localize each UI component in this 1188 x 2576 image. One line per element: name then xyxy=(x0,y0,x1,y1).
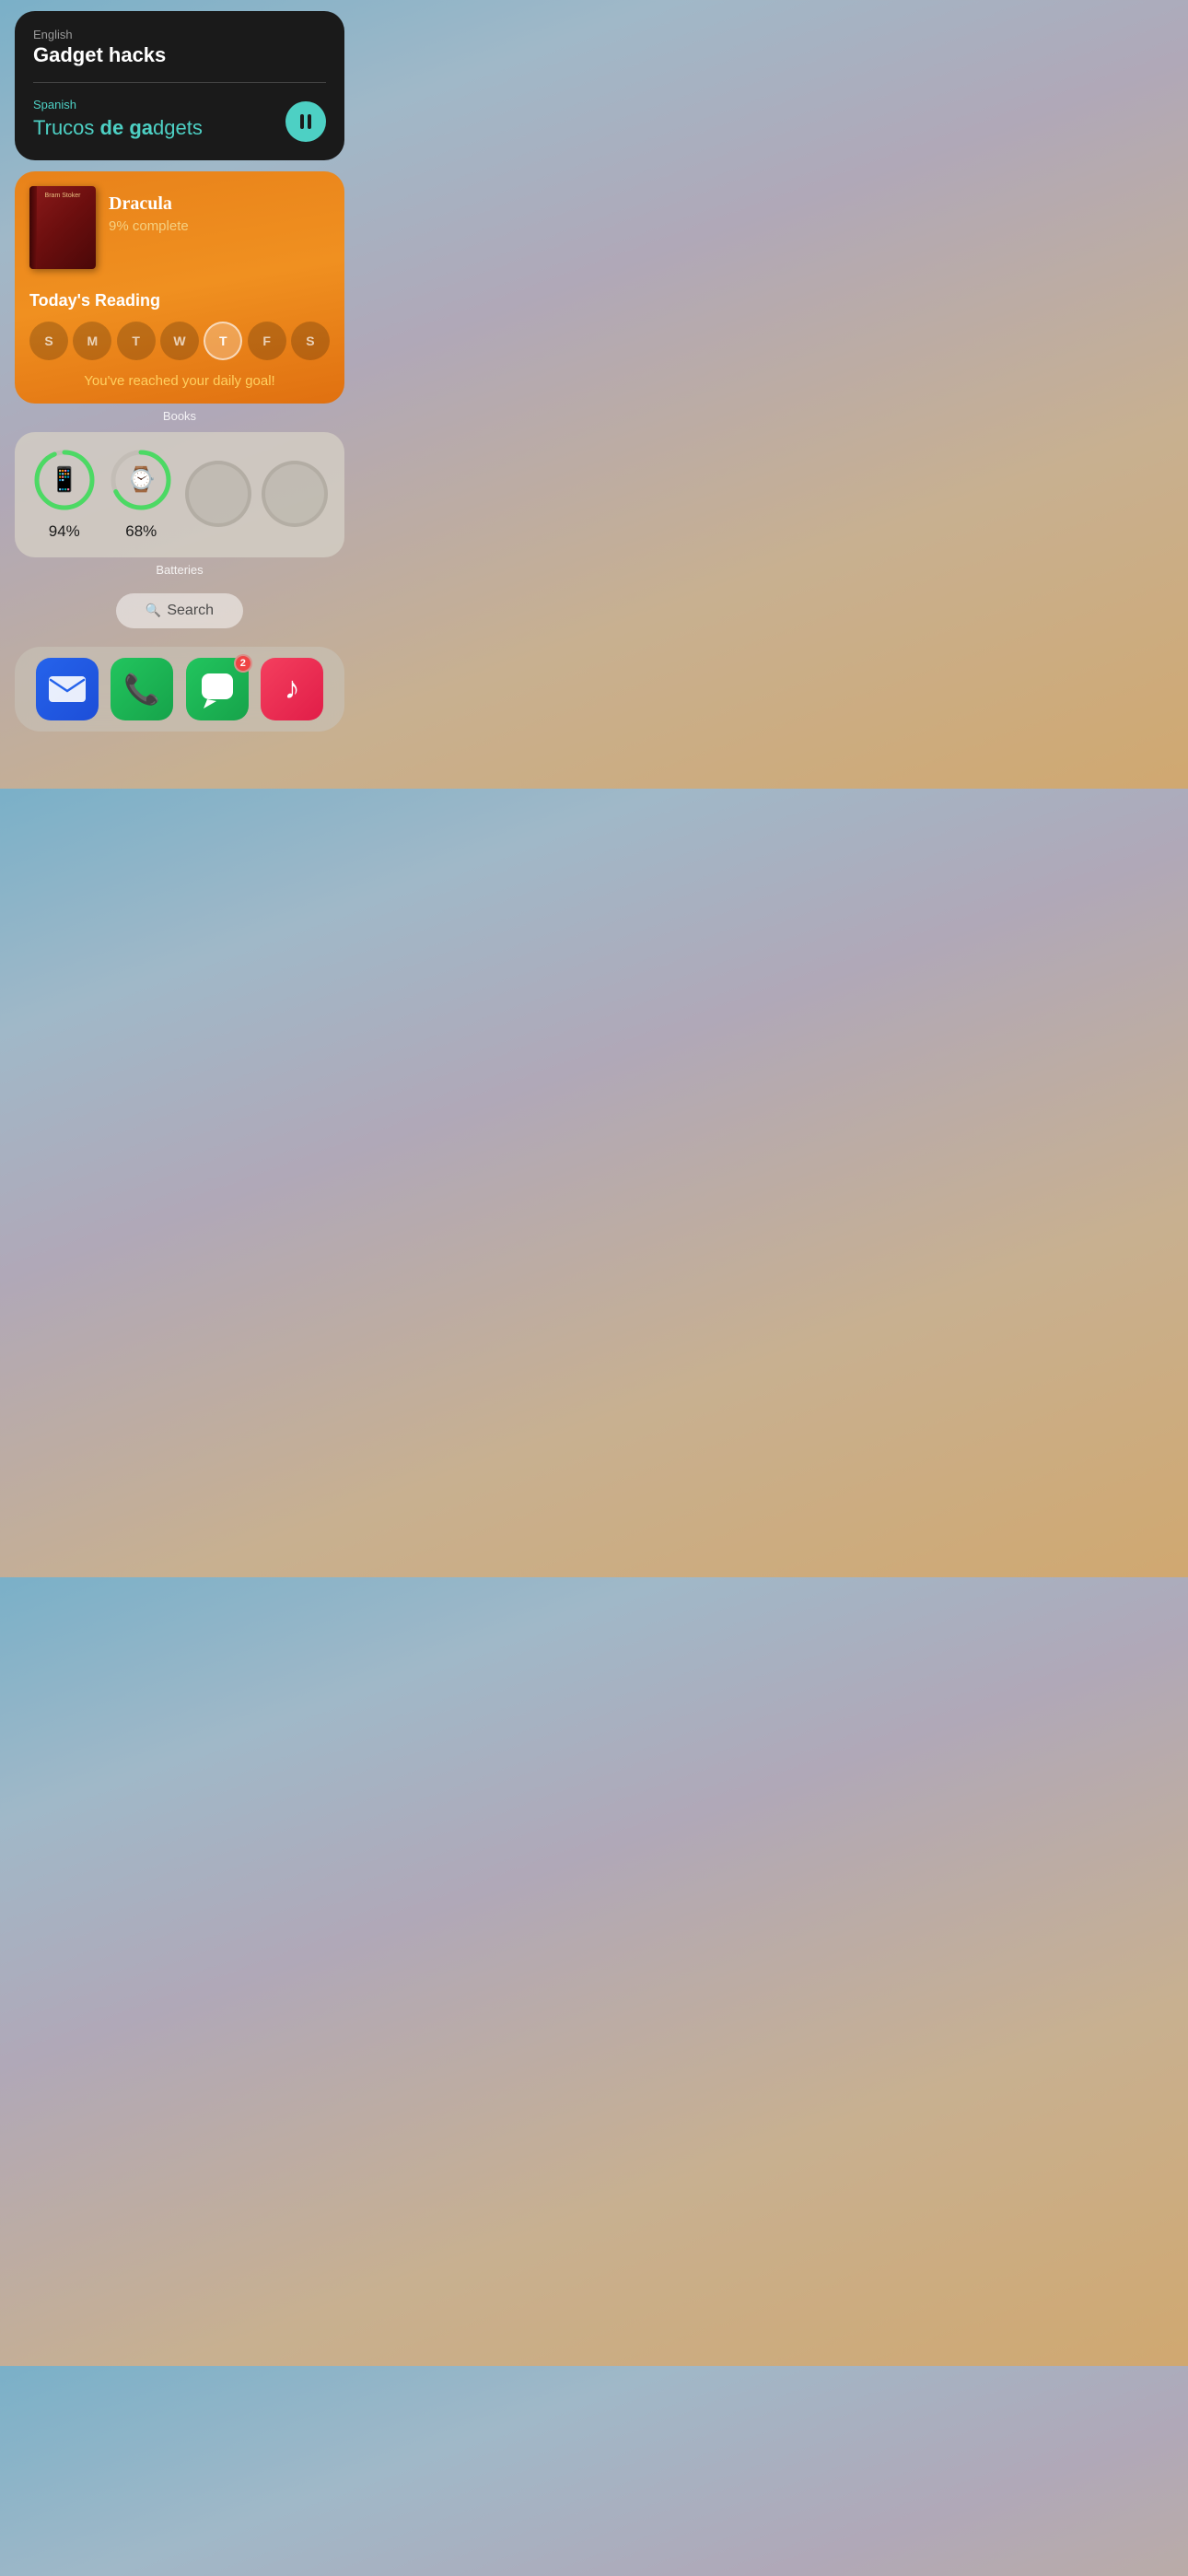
battery-item-phone: 📱 94% xyxy=(28,447,101,541)
dest-text-rest: dgets xyxy=(153,116,203,139)
books-widget-label: Books xyxy=(0,409,359,423)
books-widget: Bram Stoker Dracula 9% complete Today's … xyxy=(15,171,344,404)
watch-battery-percent: 68% xyxy=(125,522,157,541)
battery-circle-empty-1 xyxy=(185,461,251,527)
days-row: S M T W T F S xyxy=(29,322,330,360)
dest-language-label: Spanish xyxy=(33,98,326,111)
search-button[interactable]: 🔍 Search xyxy=(116,593,243,628)
search-label: Search xyxy=(167,603,214,619)
music-icon: ♪ xyxy=(285,671,300,707)
translation-widget: English Gadget hacks Spanish Trucos de g… xyxy=(15,11,344,160)
phone-icon-dock: 📞 xyxy=(123,672,160,707)
batteries-widget-label: Batteries xyxy=(0,563,359,577)
battery-circle-phone: 📱 xyxy=(31,447,98,513)
dest-text: Trucos de gadgets xyxy=(33,115,326,142)
dest-text-bold: de ga xyxy=(100,116,153,139)
battery-item-empty-1 xyxy=(181,461,255,527)
day-tuesday: T xyxy=(117,322,156,360)
book-author-label: Bram Stoker xyxy=(33,192,92,200)
dest-text-plain: Trucos xyxy=(33,116,100,139)
pause-bar-left xyxy=(300,114,304,129)
day-monday: M xyxy=(73,322,111,360)
dock-app-messages[interactable]: 2 xyxy=(186,658,249,720)
phone-icon: 📱 xyxy=(50,465,79,494)
batteries-row: 📱 94% ⌚ 68% xyxy=(26,447,333,541)
battery-item-empty-2 xyxy=(258,461,332,527)
messages-badge: 2 xyxy=(234,654,252,673)
day-wednesday: W xyxy=(160,322,199,360)
book-info: Dracula 9% complete xyxy=(109,186,330,234)
reading-section-label: Today's Reading xyxy=(29,291,330,310)
search-icon: 🔍 xyxy=(146,603,161,618)
book-cover: Bram Stoker xyxy=(29,186,96,269)
pause-icon xyxy=(300,114,311,129)
daily-goal-text: You've reached your daily goal! xyxy=(29,373,330,389)
book-title: Dracula xyxy=(109,193,330,215)
messages-icon xyxy=(198,670,237,708)
book-progress: 9% complete xyxy=(109,218,330,234)
books-reading-section: Today's Reading S M T W T F S You've rea… xyxy=(15,282,344,404)
source-language-label: English xyxy=(33,28,326,41)
day-saturday: S xyxy=(291,322,330,360)
dock-app-music[interactable]: ♪ xyxy=(261,658,323,720)
phone-battery-percent: 94% xyxy=(49,522,80,541)
battery-circle-empty-2 xyxy=(262,461,328,527)
day-thursday-active: T xyxy=(204,322,242,360)
dock: 📞 2 ♪ xyxy=(15,647,344,732)
dock-app-mail[interactable] xyxy=(36,658,99,720)
day-sunday: S xyxy=(29,322,68,360)
mail-icon xyxy=(49,676,86,702)
translation-divider xyxy=(33,82,326,83)
day-friday: F xyxy=(248,322,286,360)
battery-circle-watch: ⌚ xyxy=(108,447,174,513)
watch-icon: ⌚ xyxy=(126,465,156,494)
source-text: Gadget hacks xyxy=(33,43,326,67)
books-book-section: Bram Stoker Dracula 9% complete xyxy=(15,171,344,282)
batteries-widget: 📱 94% ⌚ 68% xyxy=(15,432,344,557)
battery-item-watch: ⌚ 68% xyxy=(104,447,178,541)
pause-button[interactable] xyxy=(285,101,326,142)
dock-app-phone[interactable]: 📞 xyxy=(111,658,173,720)
pause-bar-right xyxy=(308,114,311,129)
